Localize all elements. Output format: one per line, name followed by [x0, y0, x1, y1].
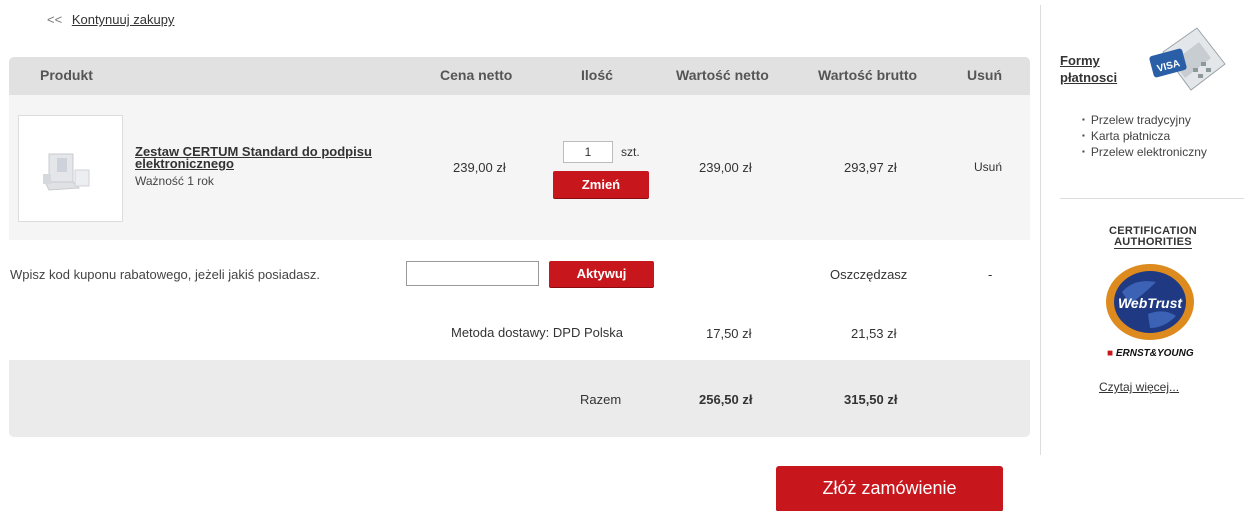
savings-label: Oszczędzasz	[830, 267, 908, 282]
product-validity: Ważność 1 rok	[135, 174, 214, 188]
change-quantity-button[interactable]: Zmień	[553, 171, 649, 198]
total-gross: 315,50 zł	[844, 392, 898, 407]
shipping-net: 17,50 zł	[706, 326, 752, 341]
payment-method-item: Karta płatnicza	[1082, 129, 1207, 145]
quantity-unit: szt.	[621, 145, 640, 159]
coupon-prompt: Wpisz kod kuponu rabatowego, jeżeli jaki…	[10, 267, 321, 282]
payment-methods-link[interactable]: Formy płatnosci	[1060, 53, 1117, 85]
header-remove: Usuń	[967, 67, 1002, 83]
payment-methods-list: Przelew tradycyjny Karta płatnicza Przel…	[1082, 113, 1207, 161]
total-net: 256,50 zł	[699, 392, 753, 407]
activate-coupon-button[interactable]: Aktywuj	[549, 261, 654, 287]
header-value-gross: Wartość brutto	[818, 67, 918, 83]
header-value-net: Wartość netto	[676, 67, 769, 83]
quantity-input[interactable]: 1	[563, 141, 613, 163]
continue-shopping-label[interactable]: Kontynuuj zakupy	[72, 12, 175, 27]
product-thumbnail[interactable]	[18, 115, 123, 222]
product-link[interactable]: Zestaw CERTUM Standard do podpisu elektr…	[135, 144, 372, 171]
remove-link[interactable]: Usuń	[974, 160, 1002, 174]
svg-text:WebTrust: WebTrust	[1118, 295, 1183, 311]
cert-authorities-title: CERTIFICATION AUTHORITIES	[1103, 226, 1203, 249]
product-value-gross: 293,97 zł	[844, 160, 897, 175]
shipping-gross: 21,53 zł	[851, 326, 897, 341]
sidebar-divider	[1060, 198, 1244, 199]
header-product: Produkt	[40, 67, 93, 83]
back-arrows: <<	[47, 12, 63, 27]
product-value-net: 239,00 zł	[699, 160, 752, 175]
coupon-input[interactable]	[406, 261, 539, 286]
payment-methods-title[interactable]: Formy płatnosci	[1060, 52, 1130, 86]
continue-shopping-link[interactable]: << Kontynuuj zakupy	[47, 12, 174, 27]
ernst-young-logo: ■ ERNST&YOUNG	[1107, 348, 1194, 359]
cert-title-line2: AUTHORITIES	[1114, 236, 1192, 249]
payment-method-item: Przelew tradycyjny	[1082, 113, 1207, 129]
savings-value: -	[988, 267, 993, 282]
payment-method-item: Przelew elektroniczny	[1082, 145, 1207, 161]
read-more-link[interactable]: Czytaj więcej...	[1099, 380, 1179, 394]
product-box-icon	[43, 153, 90, 191]
webtrust-logo: WebTrust	[1106, 264, 1194, 340]
product-name[interactable]: Zestaw CERTUM Standard do podpisu elektr…	[135, 144, 425, 171]
place-order-button[interactable]: Złóż zamówienie	[776, 466, 1003, 511]
header-quantity: Ilość	[581, 67, 613, 83]
shipping-method: Metoda dostawy: DPD Polska	[451, 325, 623, 340]
total-label: Razem	[580, 392, 622, 407]
card-terminal-icon: VISA	[1149, 27, 1226, 91]
coupon-row	[9, 240, 1030, 360]
header-price-net: Cena netto	[440, 67, 513, 83]
product-price-net: 239,00 zł	[453, 160, 506, 175]
